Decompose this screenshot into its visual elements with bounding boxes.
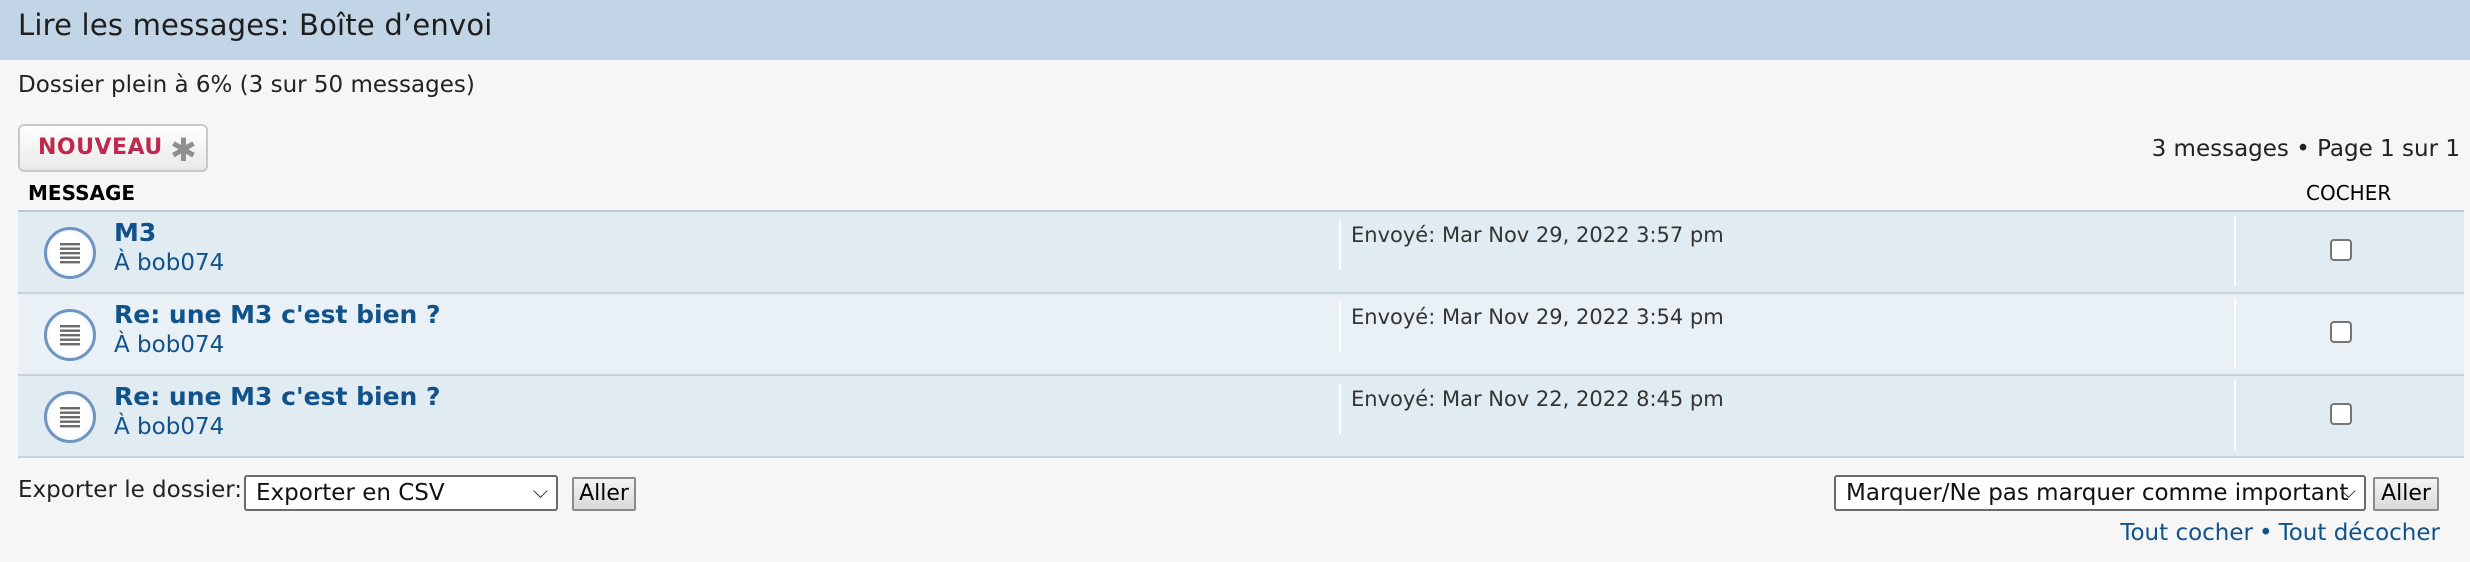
message-recipient: À bob074 bbox=[114, 250, 225, 276]
column-header-message: MESSAGE bbox=[28, 181, 136, 205]
asterisk-icon: ✱ bbox=[170, 131, 197, 169]
export-format-value: Exporter en CSV bbox=[256, 480, 445, 506]
check-all-link[interactable]: Tout cocher bbox=[2120, 520, 2253, 546]
pagination-info: 3 messages • Page 1 sur 1 bbox=[2151, 136, 2460, 162]
message-checkbox[interactable] bbox=[2330, 403, 2352, 425]
message-row: Re: une M3 c'est bien ? À bob074 Envoyé:… bbox=[18, 376, 2464, 458]
message-read-icon bbox=[44, 309, 96, 361]
export-folder-label: Exporter le dossier: bbox=[18, 477, 243, 503]
column-separator bbox=[2234, 380, 2236, 450]
export-format-select[interactable]: Exporter en CSV ⌵ bbox=[244, 475, 558, 511]
column-separator bbox=[2234, 216, 2236, 286]
message-recipient: À bob074 bbox=[114, 414, 225, 440]
message-read-icon bbox=[44, 227, 96, 279]
message-recipient: À bob074 bbox=[114, 332, 225, 358]
new-message-button[interactable]: NOUVEAU ✱ bbox=[18, 124, 208, 172]
message-checkbox[interactable] bbox=[2330, 239, 2352, 261]
message-subject-link[interactable]: M3 bbox=[114, 218, 156, 247]
message-subject-link[interactable]: Re: une M3 c'est bien ? bbox=[114, 382, 441, 411]
chevron-down-icon: ⌵ bbox=[532, 479, 548, 503]
page-header: Lire les messages: Boîte d’envoi bbox=[0, 0, 2470, 60]
mark-action-go-button[interactable]: Aller bbox=[2373, 477, 2439, 511]
mark-action-value: Marquer/Ne pas marquer comme important bbox=[1846, 480, 2349, 506]
message-sent-date: Envoyé: Mar Nov 22, 2022 8:45 pm bbox=[1339, 384, 1724, 434]
message-subject-link[interactable]: Re: une M3 c'est bien ? bbox=[114, 300, 441, 329]
selection-links: Tout cocher • Tout décocher bbox=[2120, 520, 2440, 546]
page-title: Lire les messages: Boîte d’envoi bbox=[18, 8, 493, 42]
new-message-label: NOUVEAU bbox=[38, 135, 163, 160]
message-row: Re: une M3 c'est bien ? À bob074 Envoyé:… bbox=[18, 294, 2464, 376]
uncheck-all-link[interactable]: Tout décocher bbox=[2279, 520, 2440, 546]
column-separator bbox=[2234, 298, 2236, 368]
mark-action-select[interactable]: Marquer/Ne pas marquer comme important ⌵ bbox=[1834, 475, 2366, 511]
message-sent-date: Envoyé: Mar Nov 29, 2022 3:57 pm bbox=[1339, 220, 1724, 270]
folder-status: Dossier plein à 6% (3 sur 50 messages) bbox=[18, 72, 475, 98]
chevron-down-icon: ⌵ bbox=[2340, 479, 2356, 503]
message-checkbox[interactable] bbox=[2330, 321, 2352, 343]
message-read-icon bbox=[44, 391, 96, 443]
link-separator: • bbox=[2259, 520, 2273, 546]
column-header-mark: COCHER bbox=[2306, 181, 2392, 205]
export-go-button[interactable]: Aller bbox=[572, 477, 636, 511]
message-row: M3 À bob074 Envoyé: Mar Nov 29, 2022 3:5… bbox=[18, 212, 2464, 294]
message-sent-date: Envoyé: Mar Nov 29, 2022 3:54 pm bbox=[1339, 302, 1724, 352]
